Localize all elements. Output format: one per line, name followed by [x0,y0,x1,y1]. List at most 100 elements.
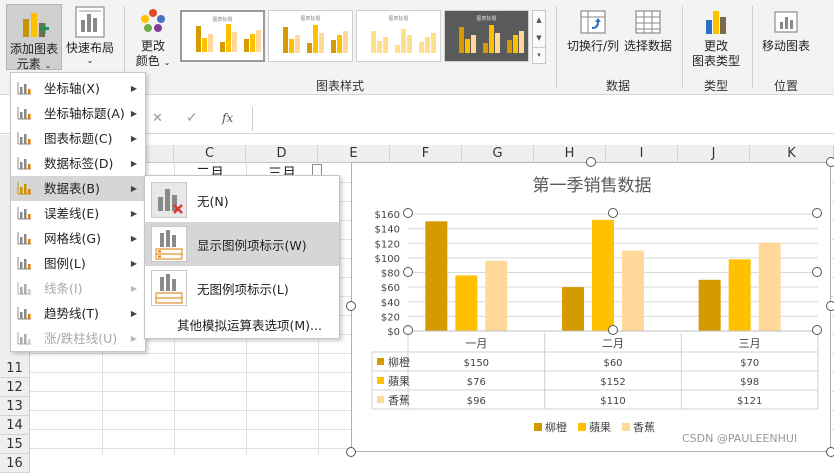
y-tick-label: $100 [375,254,400,265]
y-tick-label: $120 [375,239,400,250]
chart-resize-handle[interactable] [346,447,356,457]
row-header-15[interactable]: 15 [0,435,30,454]
plot-area-handle[interactable] [403,267,413,277]
column-header-j[interactable]: J [678,145,750,163]
menu-item-up-down-bars: 涨/跌柱线(U) ▶ [11,326,145,351]
row-header-11[interactable]: 11 [0,359,30,378]
cancel-icon[interactable]: ✕ [152,111,163,126]
chart-resize-handle[interactable] [586,157,596,167]
style-thumb-title: 图表标题 [212,17,233,23]
column-header-d[interactable]: D [246,145,318,163]
submenu-arrow-icon: ▶ [130,284,137,293]
column-header-k[interactable]: K [750,145,834,163]
formula-input[interactable] [252,107,834,131]
x-category-label: 二月 [602,337,624,350]
submenu-item-with-legend-keys[interactable]: 显示图例项标示(W) [145,222,339,266]
bar [562,287,584,331]
quick-layout-button[interactable]: 快速布局 ⌄ [64,6,116,72]
menu-item-label: 图表标题(C) [44,131,113,146]
plot-area-handle[interactable] [608,325,618,335]
menu-item-trendline[interactable]: 趋势线(T) ▶ [11,301,145,326]
legend-key [578,423,586,431]
menu-item-data-labels[interactable]: 数据标签(D) ▶ [11,151,145,176]
gallery-more-icon[interactable]: ▾ [533,47,545,63]
row-header-14[interactable]: 14 [0,416,30,435]
menu-item-chart-title[interactable]: 图表标题(C) ▶ [11,126,145,151]
bar [758,242,781,331]
menu-item-legend[interactable]: 图例(L) ▶ [11,251,145,276]
add-chart-element-label-1: 添加图表 [9,42,58,56]
chart-resize-handle[interactable] [826,157,834,167]
column-header-i[interactable]: I [606,145,678,163]
palette-icon [141,9,165,32]
confirm-icon[interactable]: ✓ [186,110,198,126]
y-tick-label: $0 [387,327,400,338]
chart-style-1[interactable]: 图表标题 [180,10,265,62]
submenu-arrow-icon: ▶ [130,234,137,243]
column-header-c[interactable]: C [174,145,246,163]
plot-area-handle[interactable] [403,208,413,218]
quick-layout-label: 快速布局 [65,41,114,55]
chart-area[interactable]: 第一季销售数据 $0 $20 $40 $60 $80 $100 $120 $140 $160 一月 二… [351,162,831,452]
submenu-arrow-icon: ▶ [130,309,137,318]
plot-area-handle[interactable] [812,208,822,218]
y-tick-label: $160 [375,210,400,221]
bar [728,259,751,331]
gallery-up-icon[interactable]: ▲ [533,11,545,29]
select-data-button[interactable]: 选择数据 [622,8,674,68]
add-chart-element-menu: 坐标轴(X) ▶ 坐标轴标题(A) ▶ 图表标题(C) ▶ 数据标签(D) ▶ 数据表(B) ▶ 误… [10,72,146,352]
menu-item-axis-titles[interactable]: 坐标轴标题(A) ▶ [11,101,145,126]
change-colors-label-1: 更改 [140,39,165,53]
menu-item-error-bars[interactable]: 误差线(E) ▶ [11,201,145,226]
chevron-down-icon: ⌄ [163,58,171,67]
no-data-table-icon [151,182,187,218]
chart-style-4[interactable]: 图表标题 [444,10,529,62]
y-tick-label: $40 [381,298,400,309]
row-header-13[interactable]: 13 [0,397,30,416]
menu-item-gridlines[interactable]: 网格线(G) ▶ [11,226,145,251]
row-header-12[interactable]: 12 [0,378,30,397]
data-table-icon [17,182,31,195]
column-header-e[interactable]: E [318,145,390,163]
fx-icon[interactable]: fx [222,111,233,125]
submenu-arrow-icon: ▶ [130,184,137,193]
lines-icon [17,282,31,295]
menu-item-data-table[interactable]: 数据表(B) ▶ [11,176,145,201]
plot-area-handle[interactable] [812,325,822,335]
row-header-16[interactable]: 16 [0,454,30,473]
switch-row-column-button[interactable]: 切换行/列 [564,8,622,68]
move-chart-button[interactable]: 移动图表 [758,8,814,68]
data-table-value: $98 [740,377,759,388]
add-chart-element-button[interactable]: 添加图表 元素 ⌄ [6,4,62,71]
y-tick-label: $80 [381,269,400,280]
chart-title-icon [17,132,31,145]
type-group-label: 类型 [703,79,728,93]
plot-area-handle[interactable] [608,208,618,218]
plot-area-handle[interactable] [403,325,413,335]
change-chart-type-button[interactable]: 更改 图表类型 [688,8,744,68]
plot-area-handle[interactable] [812,267,822,277]
menu-item-axes[interactable]: 坐标轴(X) ▶ [11,76,145,101]
chart-resize-handle[interactable] [346,301,356,311]
menu-item-label: 线条(I) [44,281,83,296]
column-header-g[interactable]: G [462,145,534,163]
submenu-item-none[interactable]: 无(N) [145,178,339,222]
gallery-down-icon[interactable]: ▼ [533,29,545,47]
chart-resize-handle[interactable] [826,301,834,311]
submenu-label-no-legend-keys: 无图例项标示(L) [197,282,289,297]
chart-style-3[interactable]: 图表标题 [356,10,441,62]
data-table-value: $110 [600,396,625,407]
data-table-value: $152 [600,377,625,388]
data-table-value: $76 [467,377,486,388]
chart-style-2[interactable]: 图表标题 [268,10,353,62]
select-data-icon [635,10,661,34]
chart-resize-handle[interactable] [826,447,834,457]
data-table-value: $70 [740,358,759,369]
submenu-item-no-legend-keys[interactable]: 无图例项标示(L) [145,266,339,310]
submenu-more-options[interactable]: 其他模拟运算表选项(M)... [177,315,322,334]
select-data-label: 选择数据 [623,39,672,53]
change-colors-button[interactable]: 更改 颜色 ⌄ [130,8,176,72]
column-header-f[interactable]: F [390,145,462,163]
menu-item-label: 数据表(B) [44,181,100,196]
x-category-label: 一月 [465,337,487,350]
